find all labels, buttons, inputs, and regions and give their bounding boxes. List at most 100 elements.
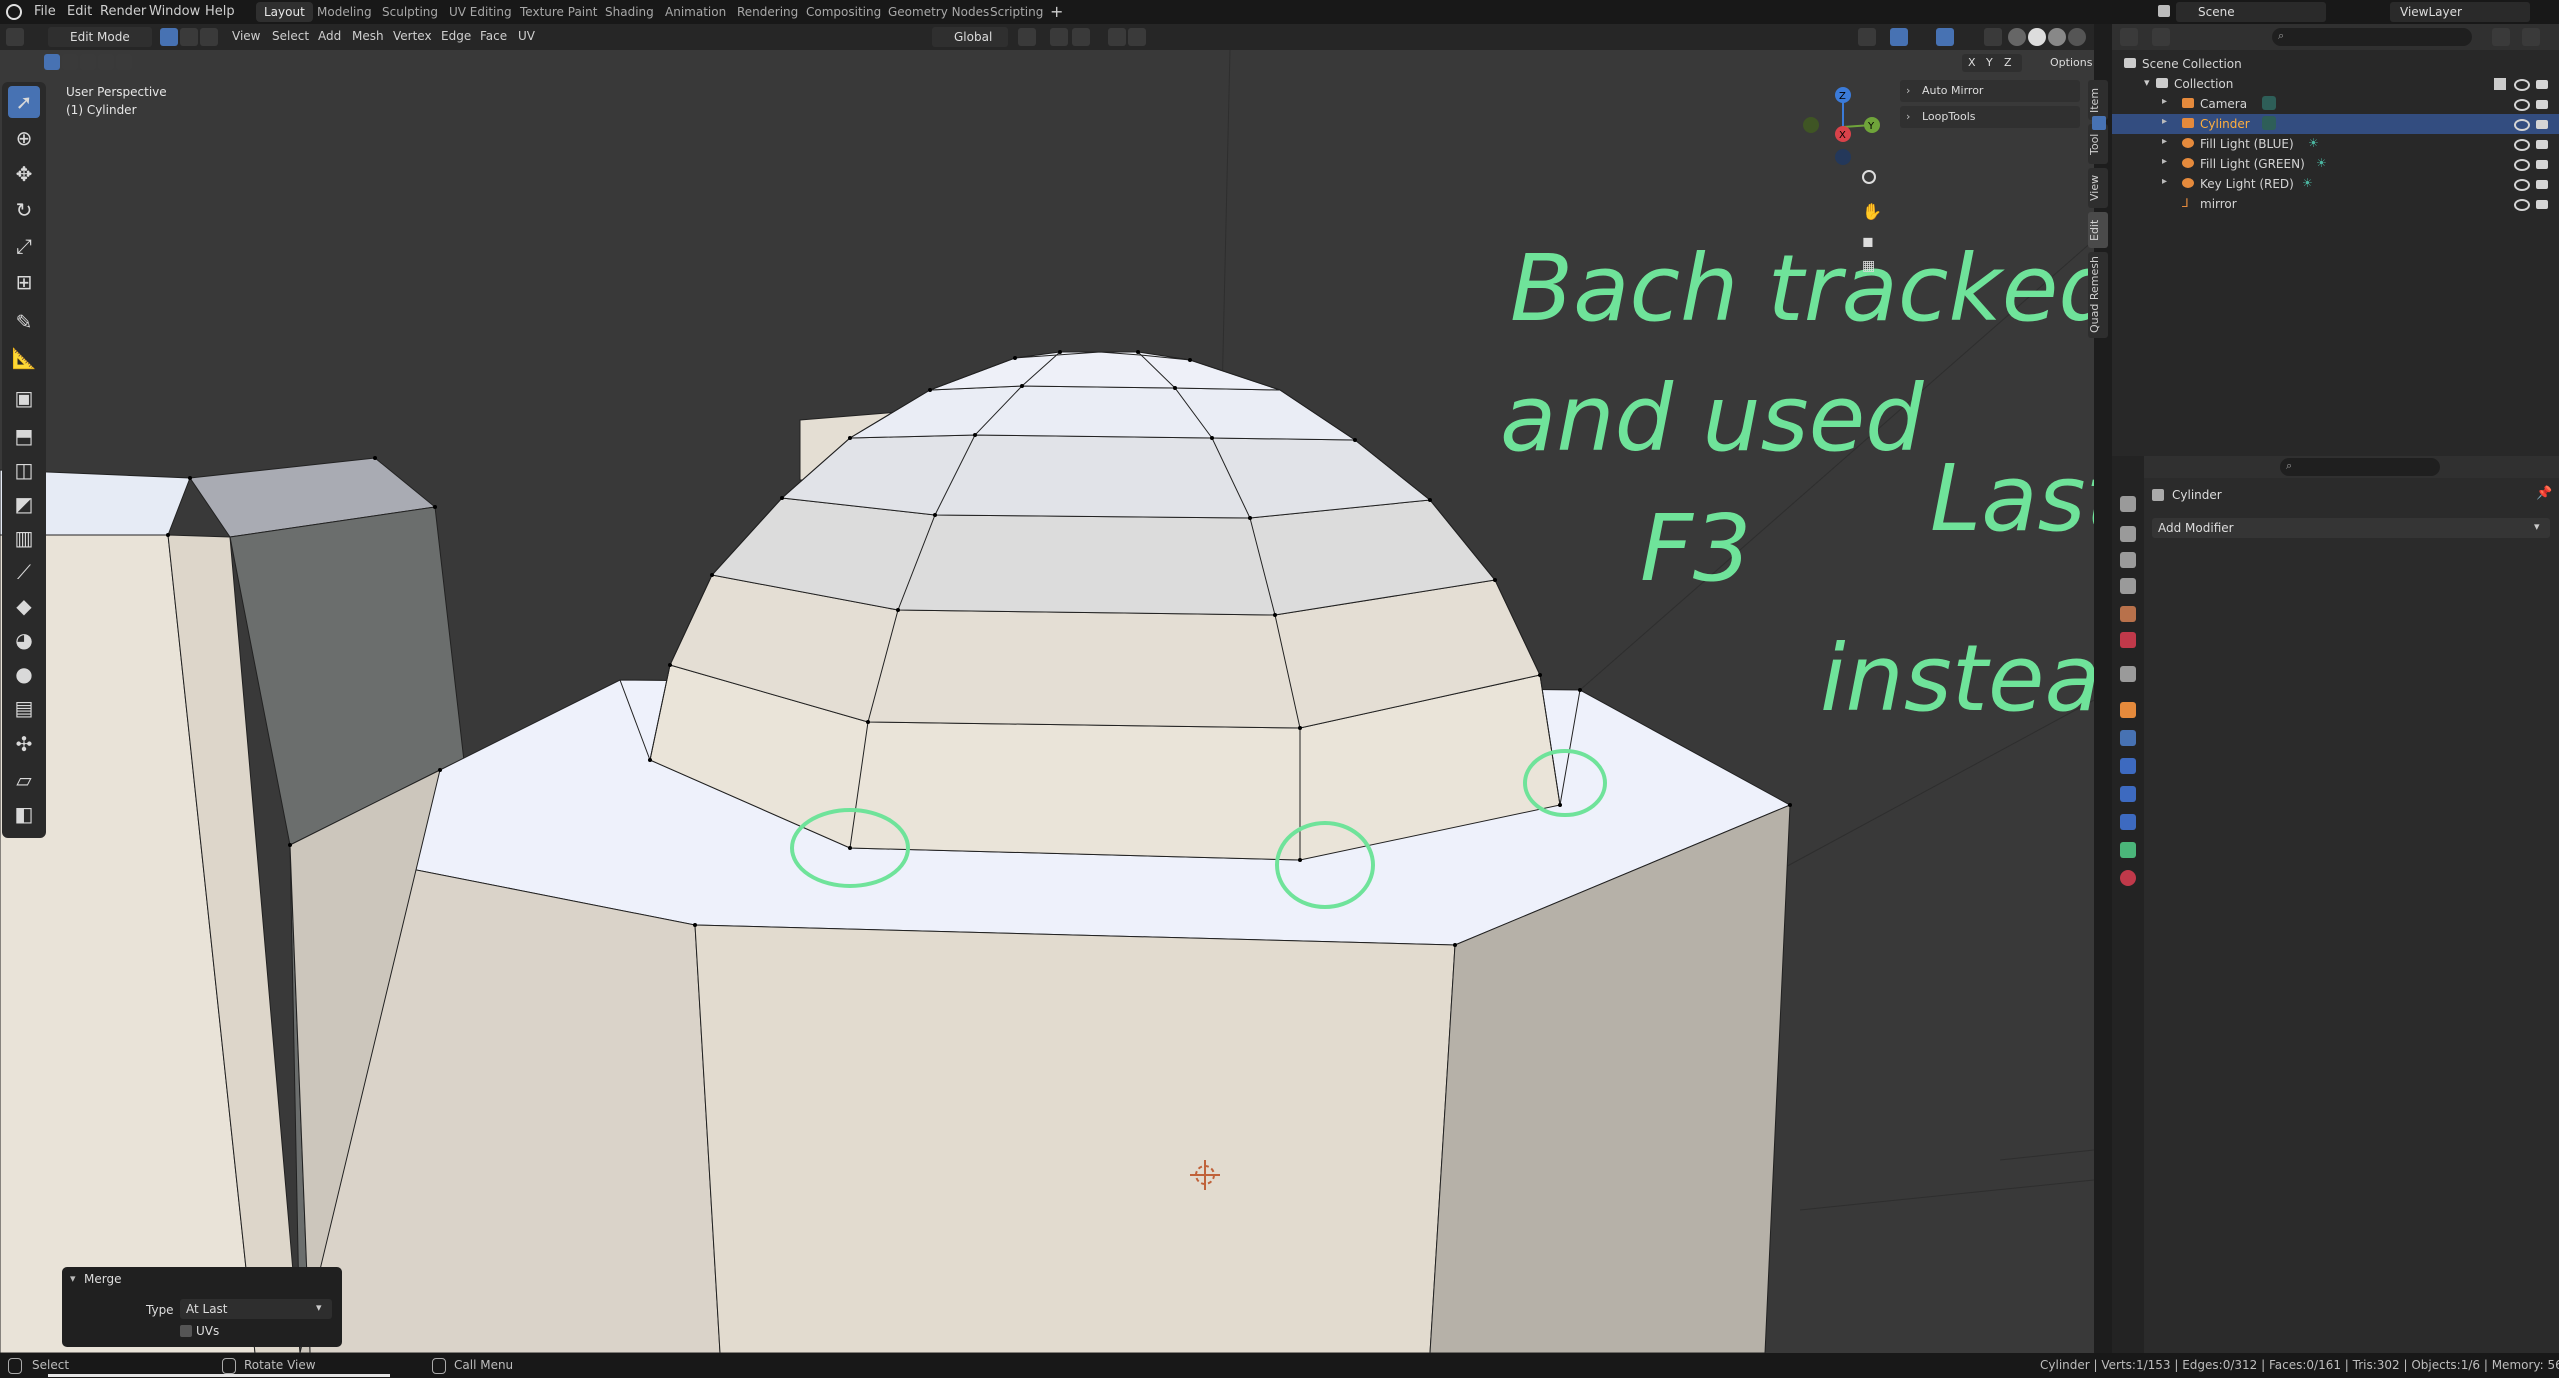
tab-sculpting[interactable]: Sculpting (374, 2, 446, 22)
chevron-right-icon[interactable]: ▸ (2162, 176, 2167, 187)
filter-icon[interactable] (2492, 28, 2510, 46)
shear-tool-icon[interactable]: ▱ (8, 764, 40, 796)
editor-type-icon[interactable] (2120, 28, 2138, 46)
constraints-properties-icon[interactable] (2120, 814, 2136, 830)
menu-render[interactable]: Render (100, 4, 146, 19)
chevron-right-icon[interactable]: ▸ (2162, 156, 2167, 167)
annotate-tool-icon[interactable]: ✎ (8, 306, 40, 338)
select-box-icon[interactable] (44, 54, 60, 70)
camera-render-icon[interactable] (2536, 80, 2548, 89)
menu-uv[interactable]: UV (518, 29, 535, 43)
camera-render-icon[interactable] (2536, 200, 2548, 209)
outliner-row-cylinder[interactable]: ▸ Cylinder (2092, 114, 2559, 134)
physics-properties-icon[interactable] (2120, 786, 2136, 802)
blender-logo-icon[interactable] (6, 4, 22, 20)
scene-selector[interactable]: Scene (2158, 2, 2326, 22)
menu-file[interactable]: File (34, 4, 56, 19)
select-subtract-icon[interactable] (80, 54, 96, 70)
tab-rendering[interactable]: Rendering (729, 2, 806, 22)
light-data-icon[interactable]: ☀ (2316, 156, 2327, 170)
3d-viewport[interactable]: Bach tracked and used F3 Last instead Z … (0, 50, 2094, 1353)
knife-tool-icon[interactable]: ⟋ (8, 556, 40, 588)
visibility-icon[interactable] (1858, 28, 1876, 46)
poly-build-tool-icon[interactable]: ◆ (8, 590, 40, 622)
eye-icon[interactable] (2514, 99, 2530, 111)
menu-select[interactable]: Select (272, 29, 309, 43)
tab-geometry-nodes[interactable]: Geometry Nodes (880, 2, 997, 22)
output-properties-icon[interactable] (2120, 552, 2136, 568)
rip-tool-icon[interactable]: ◧ (8, 798, 40, 830)
scale-tool-icon[interactable]: ⤢ (8, 230, 40, 262)
eye-icon[interactable] (2514, 119, 2530, 131)
tab-scripting[interactable]: Scripting (982, 2, 1051, 22)
pivot-icon[interactable] (1018, 28, 1036, 46)
pan-hand-icon[interactable]: ✋ (1862, 202, 1882, 222)
object-properties-icon[interactable] (2120, 702, 2136, 718)
viewport-scene[interactable]: Bach tracked and used F3 Last instead Z … (0, 50, 2094, 1353)
camera-data-icon[interactable] (2262, 96, 2276, 110)
proportional-edit-icon[interactable] (1108, 28, 1126, 46)
checkbox-icon[interactable] (2494, 78, 2506, 90)
display-mode-icon[interactable] (2152, 28, 2170, 46)
vertex-select-icon[interactable] (160, 28, 178, 46)
edge-select-icon[interactable] (180, 28, 198, 46)
axis-y-toggle[interactable]: Y (1986, 56, 1993, 69)
pin-icon[interactable]: 📌 (2536, 486, 2552, 501)
eye-icon[interactable] (2514, 79, 2530, 91)
tab-edit[interactable]: Edit (2088, 212, 2108, 248)
new-collection-icon[interactable] (2522, 28, 2540, 46)
menu-edge[interactable]: Edge (441, 29, 471, 43)
tab-modeling[interactable]: Modeling (309, 2, 380, 22)
chevron-down-icon[interactable]: ▾ (2144, 76, 2150, 89)
loop-cut-tool-icon[interactable]: ▥ (8, 522, 40, 554)
measure-tool-icon[interactable]: 📐 (8, 342, 40, 374)
transform-orientation-selector[interactable]: Global (932, 27, 1008, 47)
shrink-fatten-tool-icon[interactable]: ✣ (8, 728, 40, 760)
edit-mode-icon[interactable] (2092, 116, 2106, 130)
world-properties-icon[interactable] (2120, 632, 2136, 648)
mode-selector[interactable]: Edit Mode (48, 27, 152, 47)
inset-tool-icon[interactable]: ◫ (8, 454, 40, 486)
editor-type-icon[interactable] (6, 28, 24, 46)
spin-tool-icon[interactable]: ◕ (8, 624, 40, 656)
select-tool-icon[interactable]: ➚ (8, 86, 40, 118)
npanel-auto-mirror[interactable]: › Auto Mirror (1900, 80, 2080, 102)
camera-render-icon[interactable] (2536, 100, 2548, 109)
merge-type-select[interactable]: At Last ▾ (180, 1299, 332, 1319)
particles-properties-icon[interactable] (2120, 758, 2136, 774)
add-modifier-button[interactable]: Add Modifier ▾ (2152, 518, 2550, 538)
camera-render-icon[interactable] (2536, 160, 2548, 169)
outliner-row-camera[interactable]: ▸ Camera (2112, 94, 2559, 114)
select-extend-icon[interactable] (62, 54, 78, 70)
outliner-row-scene-collection[interactable]: Scene Collection (2112, 54, 2559, 74)
extrude-tool-icon[interactable]: ⬒ (8, 420, 40, 452)
mesh-data-icon[interactable] (2262, 116, 2276, 130)
move-tool-icon[interactable]: ✥ (8, 158, 40, 190)
eye-icon[interactable] (2514, 139, 2530, 151)
chevron-down-icon[interactable]: ▾ (70, 1272, 76, 1285)
tab-uv-editing[interactable]: UV Editing (441, 2, 520, 22)
ortho-grid-icon[interactable]: ▦ (1862, 258, 1882, 278)
gizmo-toggle-icon[interactable] (1890, 28, 1908, 46)
menu-edit[interactable]: Edit (67, 4, 92, 19)
mirror-axis-toggles[interactable]: X Y Z (1962, 54, 2022, 72)
options-dropdown[interactable]: Options (2050, 56, 2092, 69)
menu-help[interactable]: Help (205, 4, 235, 19)
material-shading-icon[interactable] (2048, 28, 2066, 46)
outliner-row-mirror[interactable]: ⅃ mirror (2112, 194, 2559, 214)
render-properties-icon[interactable] (2120, 526, 2136, 542)
eye-icon[interactable] (2514, 199, 2530, 211)
light-data-icon[interactable]: ☀ (2302, 176, 2313, 190)
falloff-icon[interactable] (1128, 28, 1146, 46)
tab-view[interactable]: View (2088, 168, 2108, 208)
snap-icon[interactable] (1050, 28, 1068, 46)
select-intersect-icon[interactable] (116, 54, 132, 70)
tab-compositing[interactable]: Compositing (798, 2, 889, 22)
collection-properties-icon[interactable] (2120, 666, 2136, 682)
menu-view[interactable]: View (232, 29, 260, 43)
tab-tool[interactable]: Tool (2088, 124, 2108, 164)
chevron-right-icon[interactable]: ▸ (2162, 136, 2167, 147)
properties-search-input[interactable]: ⌕ (2280, 458, 2440, 476)
add-workspace-icon[interactable]: + (1050, 2, 1063, 21)
menu-face[interactable]: Face (480, 29, 507, 43)
